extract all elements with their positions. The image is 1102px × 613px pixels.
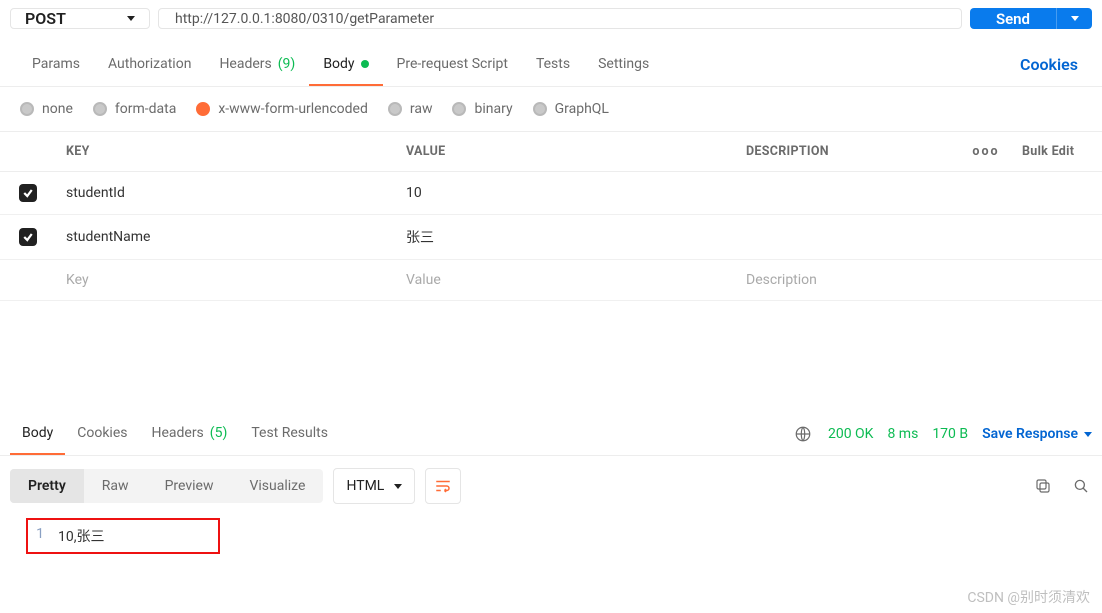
tab-headers[interactable]: Headers (9) [205,44,309,86]
send-button-group: Send [970,8,1092,29]
kv-description-cell[interactable] [736,215,960,259]
globe-icon[interactable] [792,423,814,445]
kv-description-placeholder[interactable]: Description [736,260,960,300]
radio-icon [196,102,210,116]
radio-urlencoded[interactable]: x-www-form-urlencoded [196,101,368,117]
time-text: 8 ms [887,426,918,442]
resp-tab-headers[interactable]: Headers (5) [139,413,239,455]
view-pretty[interactable]: Pretty [10,469,84,503]
dot-indicator-icon [361,60,369,68]
radio-icon [20,102,34,116]
watermark: CSDN @别时须清欢 [967,587,1090,607]
radio-graphql[interactable]: GraphQL [533,101,609,117]
tab-settings[interactable]: Settings [584,44,663,86]
status-text: 200 OK [828,426,874,442]
wrap-lines-button[interactable] [425,468,461,504]
tab-tests[interactable]: Tests [522,44,584,86]
request-tabs: Params Authorization Headers (9) Body Pr… [0,43,1102,87]
radio-none[interactable]: none [20,101,73,117]
resp-tab-cookies[interactable]: Cookies [65,413,139,455]
response-view-row: Pretty Raw Preview Visualize HTML [0,456,1102,516]
tab-authorization[interactable]: Authorization [94,44,205,86]
kv-key-cell[interactable]: studentName [56,215,396,259]
copy-icon[interactable] [1032,475,1054,497]
col-description: DESCRIPTION [736,132,960,171]
radio-icon [452,102,466,116]
kv-more-options[interactable]: ooo [960,132,1012,171]
view-raw[interactable]: Raw [84,469,147,503]
url-value: http://127.0.0.1:8080/0310/getParameter [175,11,434,27]
table-row: Key Value Description [0,260,1102,301]
method-value: POST [25,9,66,28]
radio-icon [93,102,107,116]
view-visualize[interactable]: Visualize [231,469,323,503]
resp-tab-body[interactable]: Body [10,413,65,455]
view-mode-group: Pretty Raw Preview Visualize [10,469,323,503]
code-line: 1 10,张三 [28,526,218,546]
method-select[interactable]: POST [10,8,150,29]
view-preview[interactable]: Preview [147,469,232,503]
kv-key-placeholder[interactable]: Key [56,260,396,300]
save-response-button[interactable]: Save Response [982,426,1092,442]
cookies-link[interactable]: Cookies [1014,43,1084,86]
kv-value-cell[interactable]: 张三 [396,215,736,259]
radio-binary[interactable]: binary [452,101,512,117]
resp-tab-test-results[interactable]: Test Results [239,413,340,455]
chevron-down-icon [394,484,402,489]
response-tabs: Body Cookies Headers (5) Test Results 20… [0,413,1102,456]
response-body: 1 10,张三 [26,518,220,554]
line-content: 10,张三 [58,526,105,546]
tab-body[interactable]: Body [309,44,382,86]
table-row: studentName 张三 [0,215,1102,260]
search-icon[interactable] [1070,475,1092,497]
send-button[interactable]: Send [970,8,1056,29]
table-row: studentId 10 [0,172,1102,215]
radio-icon [388,102,402,116]
kv-value-cell[interactable]: 10 [396,172,736,214]
row-checkbox[interactable] [19,228,37,246]
row-checkbox[interactable] [19,184,37,202]
body-type-row: none form-data x-www-form-urlencoded raw… [0,87,1102,132]
kv-table-header: KEY VALUE DESCRIPTION ooo Bulk Edit [0,132,1102,172]
chevron-down-icon [127,16,135,21]
line-number: 1 [28,526,58,546]
tab-prerequest[interactable]: Pre-request Script [383,44,522,86]
col-key: KEY [56,132,396,171]
url-input[interactable]: http://127.0.0.1:8080/0310/getParameter [158,8,962,29]
radio-icon [533,102,547,116]
response-type-select[interactable]: HTML [333,468,415,504]
kv-value-placeholder[interactable]: Value [396,260,736,300]
chevron-down-icon [1071,16,1079,21]
tab-params[interactable]: Params [18,44,94,86]
bulk-edit-link[interactable]: Bulk Edit [1012,132,1102,171]
kv-key-cell[interactable]: studentId [56,172,396,214]
col-value: VALUE [396,132,736,171]
radio-raw[interactable]: raw [388,101,433,117]
kv-description-cell[interactable] [736,172,960,214]
size-text: 170 B [932,426,968,442]
chevron-down-icon [1084,432,1092,437]
send-dropdown[interactable] [1056,8,1092,29]
radio-form-data[interactable]: form-data [93,101,176,117]
